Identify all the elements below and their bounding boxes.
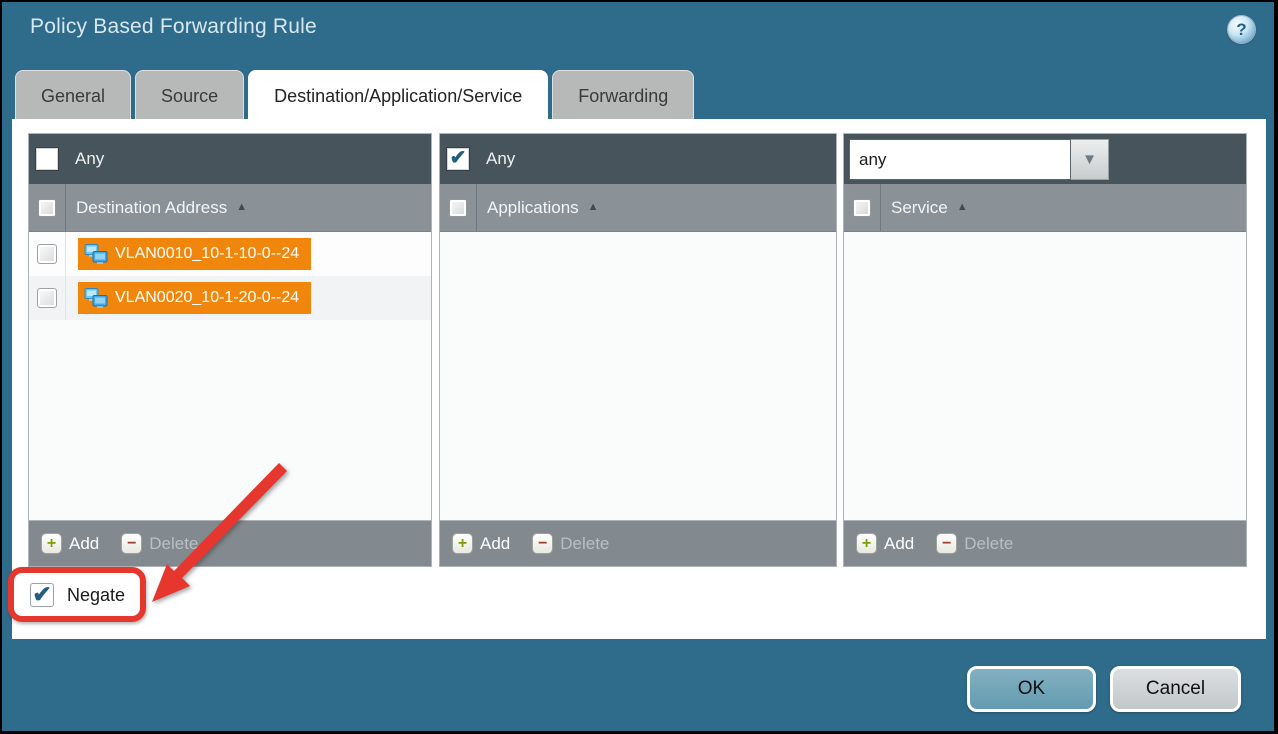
sort-ascending-icon: ▲: [588, 202, 599, 213]
address-chip[interactable]: VLAN0020_10-1-20-0--24: [78, 282, 311, 314]
check-icon: ✔: [32, 583, 51, 606]
tab-general[interactable]: General: [15, 70, 131, 119]
tab-forwarding[interactable]: Forwarding: [552, 70, 694, 119]
service-panel: any ▼ Service ▲ + Add: [843, 133, 1247, 567]
ok-button[interactable]: OK: [967, 666, 1096, 712]
page-title: Policy Based Forwarding Rule: [30, 15, 317, 39]
minus-icon: −: [532, 533, 553, 554]
table-row[interactable]: VLAN0010_10-1-10-0--24: [29, 232, 431, 276]
cancel-button[interactable]: Cancel: [1110, 666, 1241, 712]
tab-bar: General Source Destination/Application/S…: [15, 70, 694, 119]
plus-icon: +: [856, 533, 877, 554]
sort-ascending-icon: ▲: [236, 202, 247, 213]
delete-button[interactable]: − Delete: [532, 533, 609, 554]
negate-row: ✔ Negate: [30, 583, 125, 607]
destination-select-all-checkbox[interactable]: [38, 199, 56, 217]
applications-panel: ✔ Any Applications ▲ + Add − Delet: [439, 133, 837, 567]
service-any-dropdown[interactable]: any ▼: [849, 139, 1109, 180]
address-chip[interactable]: VLAN0010_10-1-10-0--24: [78, 238, 311, 270]
negate-checkbox[interactable]: ✔: [30, 583, 54, 607]
tab-content: Any Destination Address ▲: [12, 119, 1266, 639]
row-checkbox[interactable]: [37, 244, 57, 264]
destination-address-panel: Any Destination Address ▲: [28, 133, 432, 567]
check-icon: ✔: [450, 148, 467, 168]
tab-destination-application-service[interactable]: Destination/Application/Service: [248, 70, 548, 119]
dropdown-value: any: [849, 139, 1071, 180]
tab-source[interactable]: Source: [135, 70, 244, 119]
service-panel-footer: + Add − Delete: [844, 520, 1246, 566]
applications-any-checkbox[interactable]: ✔: [447, 148, 469, 170]
sort-ascending-icon: ▲: [957, 202, 968, 213]
destination-column-header: Destination Address ▲: [29, 184, 431, 232]
service-select-all-checkbox[interactable]: [853, 199, 871, 217]
applications-select-all-checkbox[interactable]: [449, 199, 467, 217]
row-checkbox[interactable]: [37, 288, 57, 308]
negate-label: Negate: [67, 585, 125, 606]
network-address-icon: [84, 244, 108, 264]
table-row[interactable]: VLAN0020_10-1-20-0--24: [29, 276, 431, 320]
policy-based-forwarding-dialog: Policy Based Forwarding Rule ? General S…: [2, 2, 1274, 731]
dropdown-arrow-button[interactable]: ▼: [1071, 139, 1109, 180]
plus-icon: +: [41, 533, 62, 554]
destination-address-list: VLAN0010_10-1-10-0--24: [29, 232, 431, 520]
service-list: [844, 232, 1246, 520]
minus-icon: −: [121, 533, 142, 554]
service-column-header: Service ▲: [844, 184, 1246, 232]
destination-any-bar: Any: [29, 134, 431, 184]
add-button[interactable]: + Add: [452, 533, 510, 554]
applications-panel-footer: + Add − Delete: [440, 520, 836, 566]
destination-panel-footer: + Add − Delete: [29, 520, 431, 566]
service-any-bar: any ▼: [844, 134, 1246, 184]
minus-icon: −: [936, 533, 957, 554]
chevron-down-icon: ▼: [1082, 151, 1097, 168]
address-label: VLAN0010_10-1-10-0--24: [115, 245, 299, 263]
delete-button[interactable]: − Delete: [936, 533, 1013, 554]
network-address-icon: [84, 288, 108, 308]
address-label: VLAN0020_10-1-20-0--24: [115, 289, 299, 307]
help-icon[interactable]: ?: [1228, 16, 1255, 43]
service-column-title[interactable]: Service ▲: [891, 184, 968, 231]
destination-any-label: Any: [75, 149, 104, 169]
applications-list: [440, 232, 836, 520]
applications-any-label: Any: [486, 149, 515, 169]
add-button[interactable]: + Add: [856, 533, 914, 554]
plus-icon: +: [452, 533, 473, 554]
applications-column-title[interactable]: Applications ▲: [487, 184, 599, 231]
applications-any-bar: ✔ Any: [440, 134, 836, 184]
destination-any-checkbox[interactable]: [36, 148, 58, 170]
applications-column-header: Applications ▲: [440, 184, 836, 232]
destination-column-title[interactable]: Destination Address ▲: [76, 184, 247, 231]
delete-button[interactable]: − Delete: [121, 533, 198, 554]
add-button[interactable]: + Add: [41, 533, 99, 554]
